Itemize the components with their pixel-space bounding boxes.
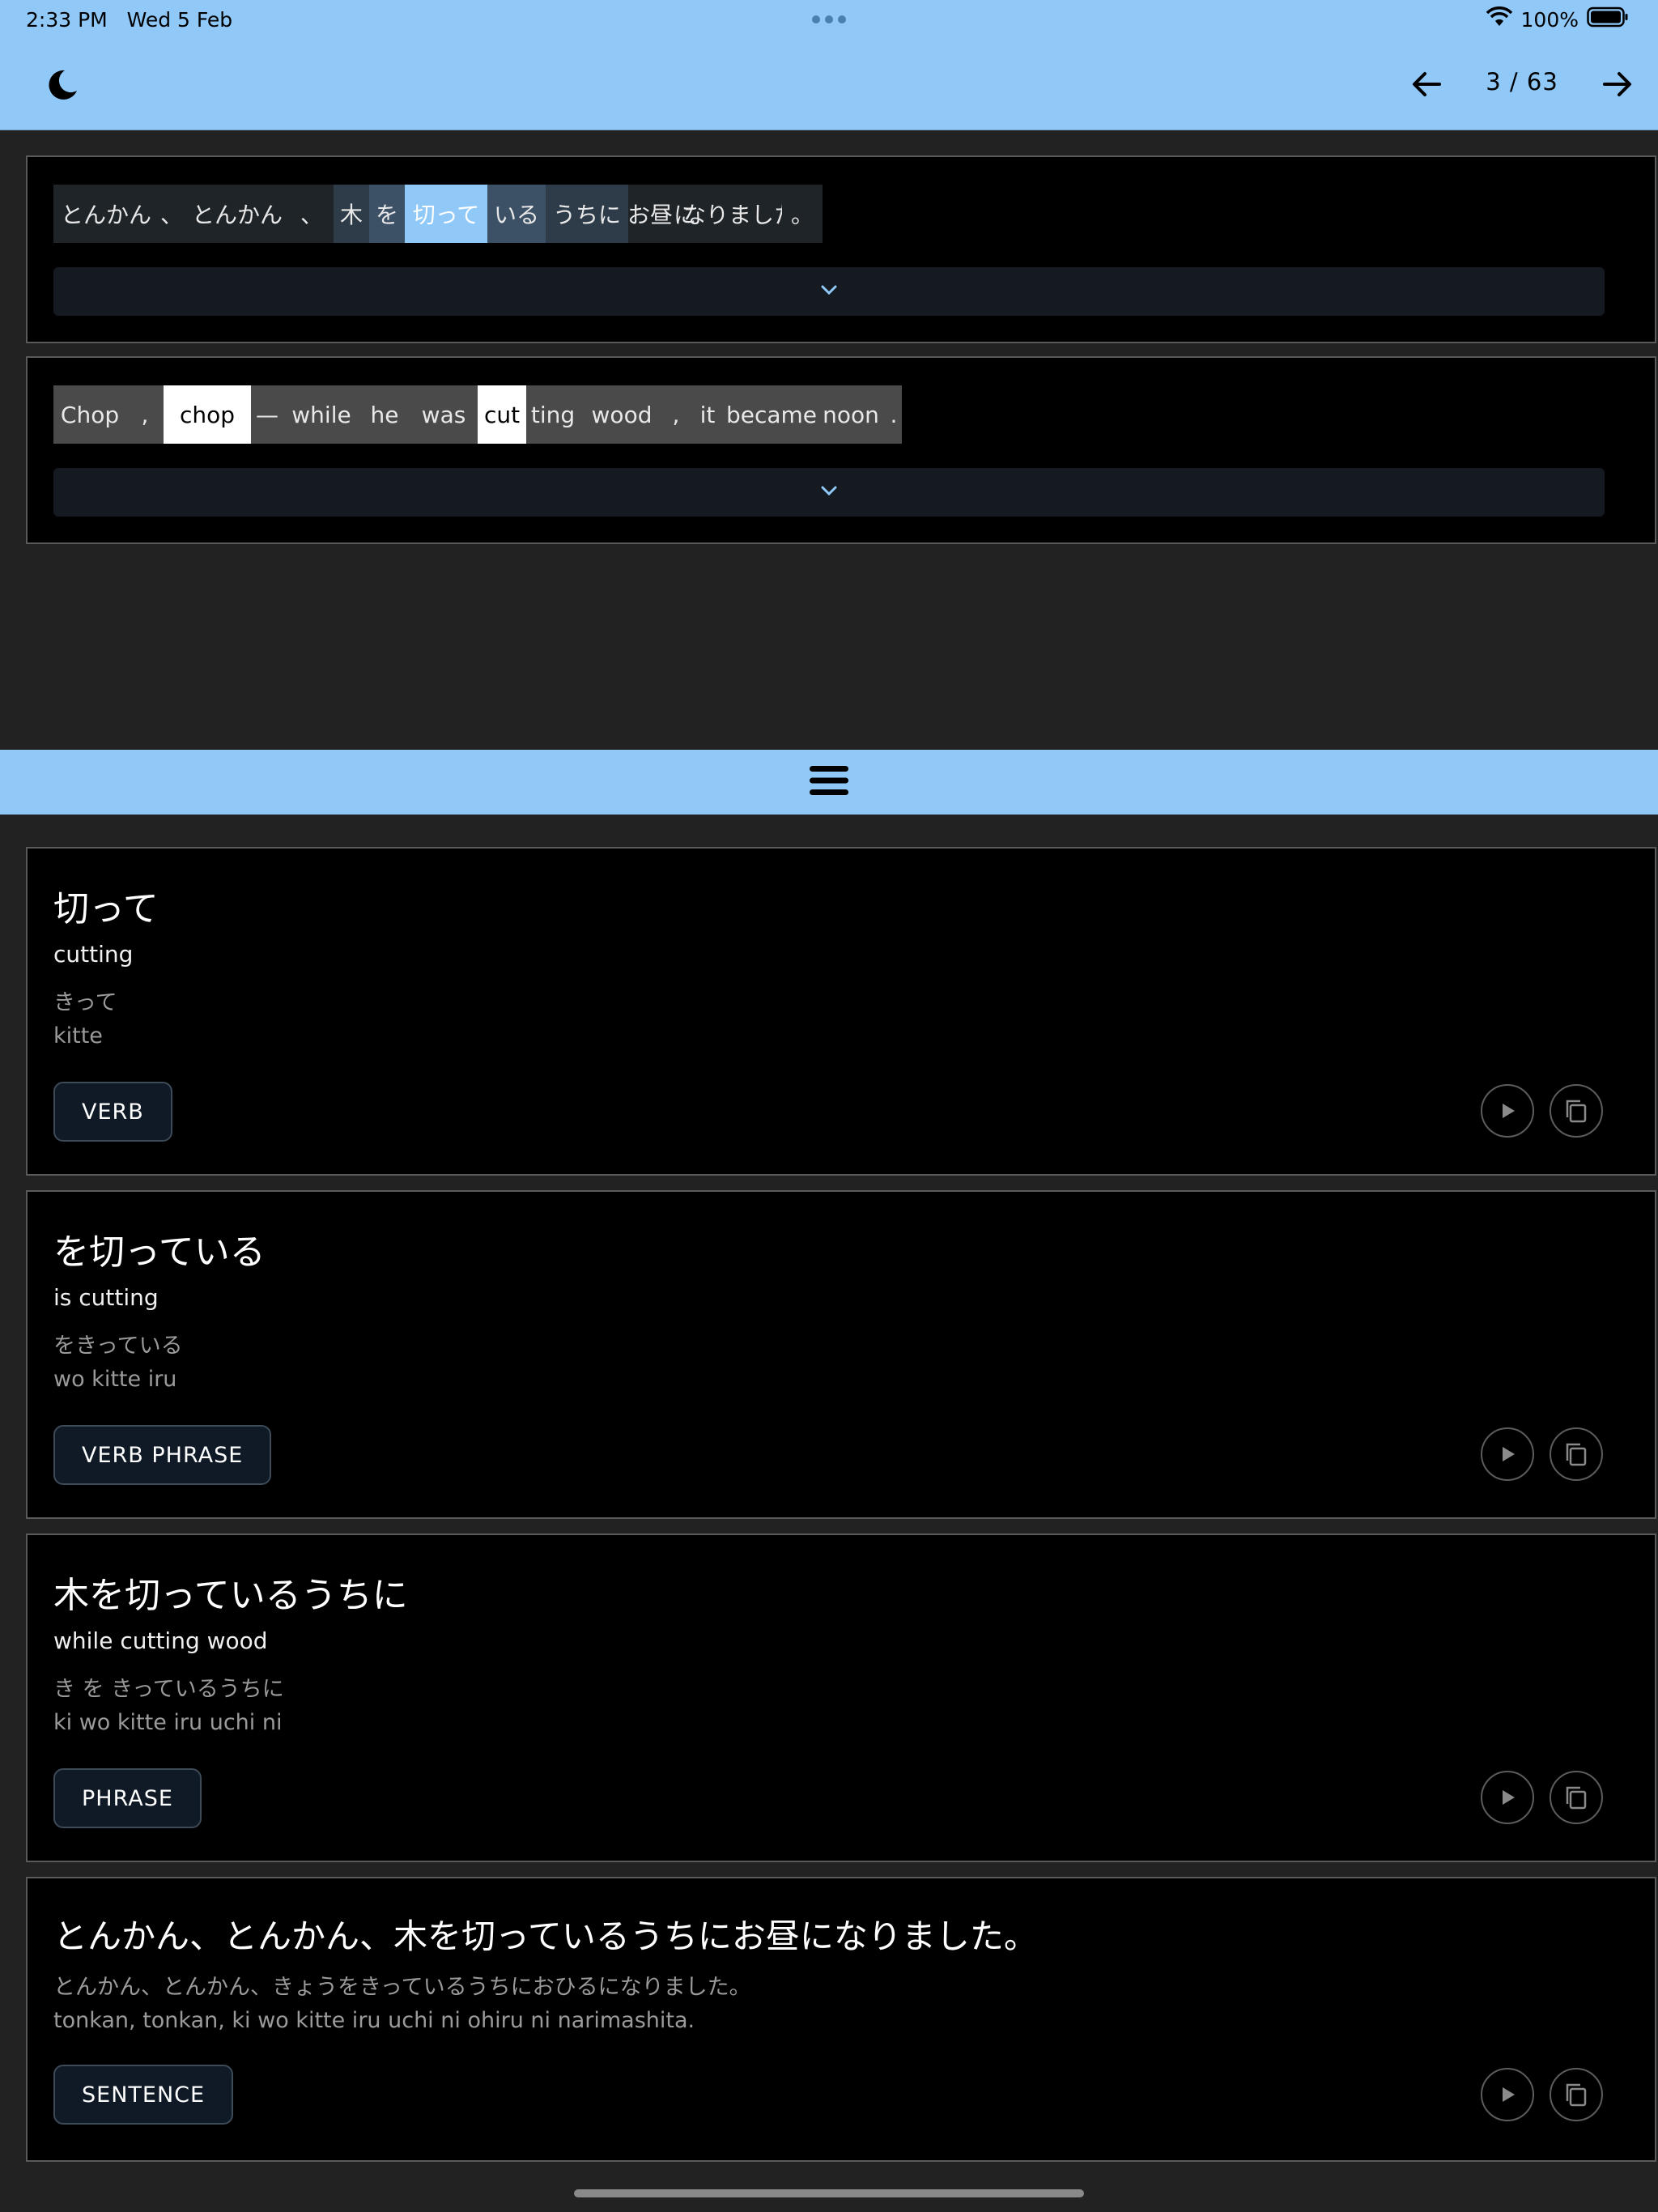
token[interactable]: wood xyxy=(580,385,664,444)
card-romaji: wo kitte iru xyxy=(53,1367,177,1392)
play-icon[interactable] xyxy=(1481,1771,1534,1824)
part-of-speech-tag[interactable]: VERB xyxy=(53,1082,172,1142)
battery-icon xyxy=(1587,6,1629,32)
part-of-speech-tag[interactable]: VERB PHRASE xyxy=(53,1425,272,1485)
part-of-speech-tag[interactable]: PHRASE xyxy=(53,1768,202,1828)
token[interactable]: なりました xyxy=(683,185,797,243)
sentence-card: とんかん、とんかん、木を切っているうちにお昼になりました。 とんかん、とんかん、… xyxy=(26,1877,1656,2162)
japanese-expand-button[interactable] xyxy=(53,267,1605,316)
chevron-down-icon xyxy=(819,484,839,500)
token[interactable]: was xyxy=(410,385,478,444)
chevron-down-icon xyxy=(819,283,839,300)
token[interactable]: , xyxy=(664,385,688,444)
token[interactable]: 切って xyxy=(405,185,487,243)
word-card: 木を切っているうちに while cutting wood き を きっているう… xyxy=(26,1534,1656,1862)
status-date: Wed 5 Feb xyxy=(126,8,233,32)
panel-splitter[interactable] xyxy=(0,750,1658,815)
english-expand-button[interactable] xyxy=(53,468,1605,517)
token[interactable]: お昼 xyxy=(627,185,673,243)
card-meaning: cutting xyxy=(53,941,134,968)
word-card: を切っている is cutting をきっている wo kitte iru VE… xyxy=(26,1190,1656,1519)
card-kana: きって xyxy=(53,990,117,1015)
token[interactable]: noon xyxy=(816,385,886,444)
status-clock: 2:33 PM xyxy=(26,8,108,32)
part-of-speech-tag[interactable]: SENTENCE xyxy=(53,2065,234,2125)
card-kana: をきっている xyxy=(53,1334,183,1359)
english-token-row: Chop, chop — while he was cut ting wood, it became… xyxy=(53,385,902,444)
japanese-token-row: とんかん、とんかん、木を切って いる うちに お昼になりました。 xyxy=(53,185,823,243)
english-sentence-panel: Chop, chop — while he was cut ting wood, it became… xyxy=(26,356,1656,544)
card-meaning: while cutting wood xyxy=(53,1627,268,1654)
wifi-icon xyxy=(1486,6,1513,32)
japanese-sentence-panel: とんかん、とんかん、木を切って いる うちに お昼になりました。 xyxy=(26,155,1656,343)
page-indicator: 3 / 63 xyxy=(1486,68,1558,96)
battery-percent: 100% xyxy=(1520,7,1579,32)
word-card: 切って cutting きって kitte VERB xyxy=(26,847,1656,1176)
moon-icon[interactable] xyxy=(40,62,86,107)
token[interactable]: Chop xyxy=(53,385,126,444)
copy-icon[interactable] xyxy=(1550,1084,1603,1138)
token[interactable]: — xyxy=(251,385,283,444)
token[interactable]: cut xyxy=(478,385,526,444)
token[interactable]: とんかん xyxy=(185,185,290,243)
token[interactable]: it xyxy=(688,385,727,444)
status-right: 100% xyxy=(1486,6,1629,32)
token[interactable]: , xyxy=(126,385,164,444)
copy-icon[interactable] xyxy=(1550,1427,1603,1481)
card-title: 木を切っているうちに xyxy=(53,1575,408,1616)
token[interactable]: 、 xyxy=(290,185,334,243)
copy-icon[interactable] xyxy=(1550,2068,1603,2121)
play-icon[interactable] xyxy=(1481,1084,1534,1138)
card-title: 切って xyxy=(53,888,159,929)
multitasking-dots-icon[interactable] xyxy=(809,8,849,34)
token[interactable]: いる xyxy=(487,185,546,243)
card-kana: き を きっているうちに xyxy=(53,1677,284,1702)
card-title: とんかん、とんかん、木を切っているうちにお昼になりました。 xyxy=(53,1916,1038,1956)
token[interactable]: 。 xyxy=(782,185,823,243)
play-icon[interactable] xyxy=(1481,2068,1534,2121)
token[interactable]: while xyxy=(283,385,359,444)
token[interactable]: ting xyxy=(526,385,580,444)
card-romaji: kitte xyxy=(53,1023,103,1049)
top-toolbar: 3 / 63 xyxy=(0,39,1658,130)
card-title: を切っている xyxy=(53,1231,266,1273)
play-icon[interactable] xyxy=(1481,1427,1534,1481)
token[interactable]: うちに xyxy=(546,185,628,243)
token[interactable]: became xyxy=(726,385,817,444)
home-indicator xyxy=(574,2189,1084,2197)
card-kana: とんかん、とんかん、きょうをきっているうちにおひるになりました。 xyxy=(53,1975,751,2000)
token[interactable]: . xyxy=(886,385,902,444)
token[interactable]: 、 xyxy=(159,185,185,243)
card-meaning: is cutting xyxy=(53,1284,159,1311)
status-time: 2:33 PM Wed 5 Feb xyxy=(26,8,232,32)
token[interactable]: he xyxy=(359,385,410,444)
token[interactable]: とんかん xyxy=(53,185,159,243)
status-bar: 2:33 PM Wed 5 Feb 100% xyxy=(0,0,1658,39)
card-romaji: ki wo kitte iru uchi ni xyxy=(53,1710,283,1735)
copy-icon[interactable] xyxy=(1550,1771,1603,1824)
arrow-right-icon[interactable] xyxy=(1593,60,1642,108)
hamburger-menu-icon[interactable] xyxy=(808,763,850,802)
token[interactable]: 木 xyxy=(334,185,369,243)
token[interactable]: を xyxy=(369,185,405,243)
arrow-left-icon[interactable] xyxy=(1402,60,1451,108)
card-romaji: tonkan, tonkan, ki wo kitte iru uchi ni … xyxy=(53,2008,695,2033)
token[interactable]: chop xyxy=(164,385,251,444)
